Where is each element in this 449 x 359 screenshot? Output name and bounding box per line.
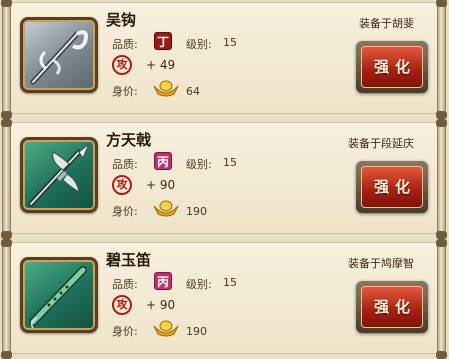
- grade-badge: 丙: [154, 272, 172, 290]
- equipment-list: 吴钩 品质: 丁 级别: 15 攻 + 49 身价: 64 装备于胡斐 强化 方…: [0, 0, 449, 359]
- enhance-button-frame: 强化: [356, 161, 428, 213]
- gold-ingot-icon: [153, 320, 179, 337]
- level-value: 15: [223, 36, 237, 49]
- quality-label: 品质:: [112, 38, 138, 51]
- price-label: 身价:: [112, 325, 138, 338]
- enhance-button-frame: 强化: [356, 41, 428, 93]
- attack-icon: 攻: [112, 295, 132, 315]
- halberd-icon[interactable]: [20, 137, 98, 213]
- equipped-by: 装备于段延庆: [348, 137, 414, 150]
- jade-flute-icon[interactable]: [20, 257, 98, 333]
- quality-label: 品质:: [112, 158, 138, 171]
- item-name: 方天戟: [106, 131, 152, 149]
- level-label: 级别:: [186, 158, 212, 171]
- item-name: 碧玉笛: [106, 251, 152, 269]
- grade-badge: 丙: [154, 152, 172, 170]
- enhance-button[interactable]: 强化: [361, 166, 423, 208]
- level-label: 级别:: [186, 38, 212, 51]
- price-value: 64: [186, 85, 200, 98]
- equipped-by: 装备于胡斐: [359, 17, 414, 30]
- hook-sword-icon[interactable]: [20, 17, 98, 93]
- attack-icon: 攻: [112, 175, 132, 195]
- equipment-card[interactable]: 碧玉笛 品质: 丙 级别: 15 攻 + 90 身价: 190 装备于鸠摩智 强…: [1, 239, 447, 359]
- gold-ingot-icon: [153, 200, 179, 217]
- scroll-rod-left: [1, 0, 12, 119]
- price-value: 190: [186, 325, 207, 338]
- enhance-button[interactable]: 强化: [361, 46, 423, 88]
- price-label: 身价:: [112, 205, 138, 218]
- equipped-by: 装备于鸠摩智: [348, 257, 414, 270]
- enhance-button[interactable]: 强化: [361, 286, 423, 328]
- item-name: 吴钩: [106, 11, 137, 29]
- enhance-button-frame: 强化: [356, 281, 428, 333]
- grade-badge: 丁: [154, 32, 172, 50]
- scroll-rod-left: [1, 119, 12, 239]
- equipment-card[interactable]: 方天戟 品质: 丙 级别: 15 攻 + 90 身价: 190 装备于段延庆 强…: [1, 119, 447, 239]
- scroll-rod-left: [1, 239, 12, 359]
- level-value: 15: [223, 276, 237, 289]
- scroll-rod-right: [436, 239, 447, 359]
- attack-value: + 90: [146, 178, 176, 192]
- scroll-rod-right: [436, 0, 447, 119]
- level-label: 级别:: [186, 278, 212, 291]
- equipment-card[interactable]: 吴钩 品质: 丁 级别: 15 攻 + 49 身价: 64 装备于胡斐 强化: [1, 0, 447, 119]
- level-value: 15: [223, 156, 237, 169]
- gold-ingot-icon: [153, 80, 179, 97]
- attack-value: + 90: [146, 298, 176, 312]
- price-value: 190: [186, 205, 207, 218]
- quality-label: 品质:: [112, 278, 138, 291]
- attack-value: + 49: [146, 58, 176, 72]
- price-label: 身价:: [112, 85, 138, 98]
- attack-icon: 攻: [112, 55, 132, 75]
- scroll-rod-right: [436, 119, 447, 239]
